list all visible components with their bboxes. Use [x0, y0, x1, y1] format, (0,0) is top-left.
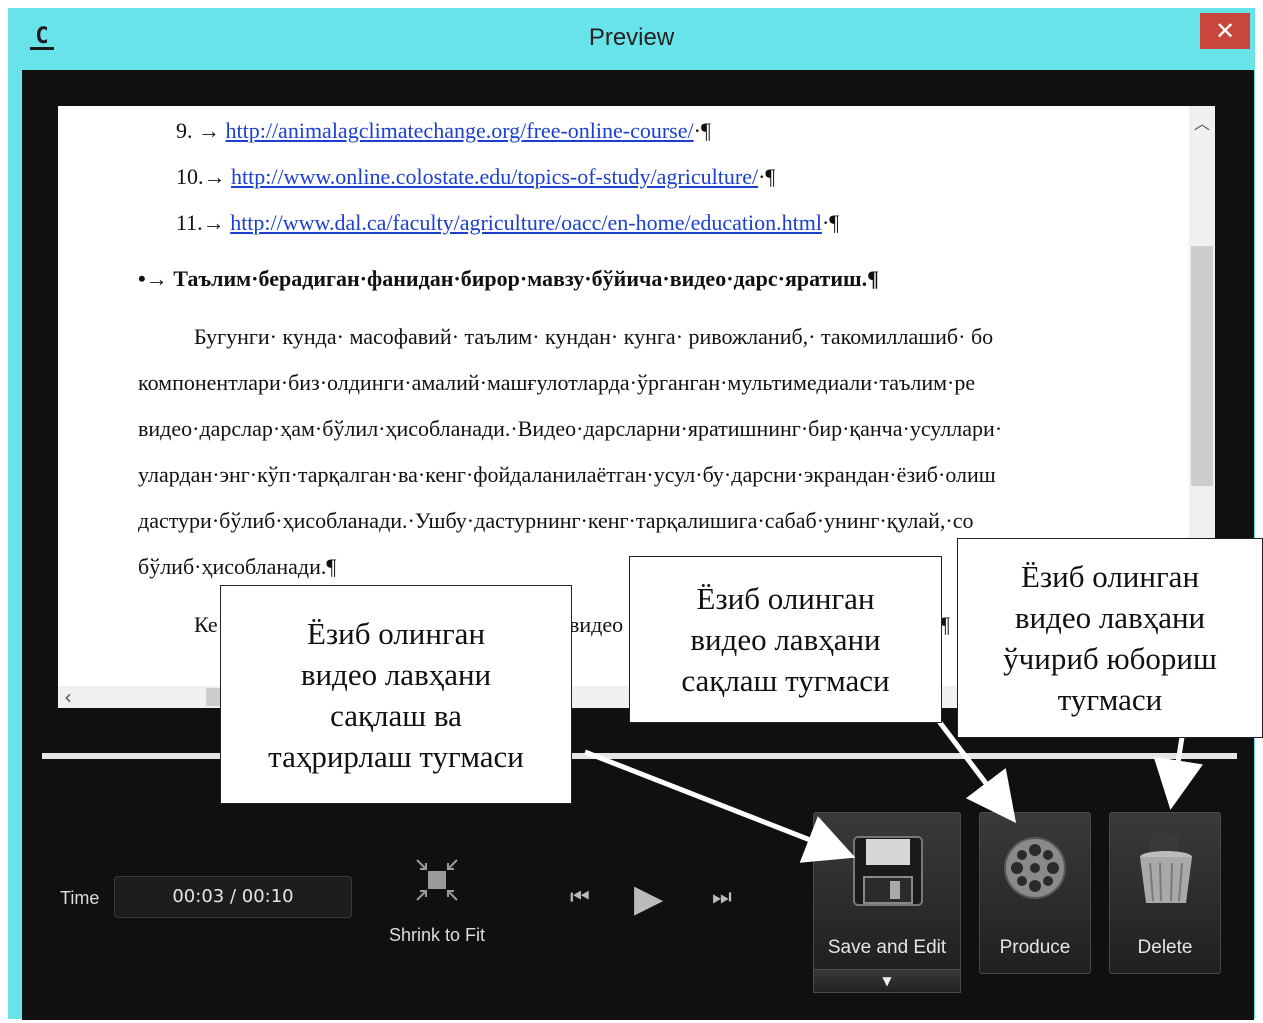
section-heading: •→ Таълим·берадиган·фанидан·бирор·мавзу·…: [138, 266, 879, 291]
title-bar[interactable]: C Preview ✕: [8, 8, 1255, 68]
list-item: 10.→ http://www.online.colostate.edu/top…: [176, 164, 775, 190]
shrink-to-fit-button[interactable]: Shrink to Fit: [377, 853, 497, 953]
callout-line: таҳрирлаш тугмаси: [268, 738, 524, 774]
close-button[interactable]: ✕: [1200, 13, 1250, 49]
callout-save-and-edit: Ёзиб олинган видео лавҳани сақлаш ва таҳ…: [220, 585, 572, 804]
save-and-edit-button[interactable]: Save and Edit: [813, 812, 961, 974]
callout-line: видео лавҳани: [690, 622, 881, 657]
paragraph-line-fragment: видео: [569, 612, 624, 637]
callout-line: сақлаш ва: [330, 697, 462, 733]
paragraph-line: Бугунги· кунда· масофавий· таълим· кунда…: [194, 324, 994, 349]
callout-line: тугмаси: [1057, 682, 1163, 717]
shrink-to-fit-icon: [416, 859, 458, 901]
scroll-up-icon[interactable]: ︿: [1189, 110, 1215, 134]
film-reel-icon: [1004, 837, 1066, 899]
produce-label: Produce: [999, 937, 1071, 958]
scroll-left-icon[interactable]: ‹: [64, 686, 72, 708]
callout-line: Ёзиб олинган: [1020, 559, 1200, 594]
next-icon[interactable]: ⏭: [712, 878, 732, 918]
link[interactable]: http://www.dal.ca/faculty/agriculture/oa…: [230, 210, 822, 235]
link[interactable]: http://www.online.colostate.edu/topics-o…: [231, 164, 758, 189]
play-icon[interactable]: ▶: [634, 878, 663, 918]
callout-line: ўчириб юбориш: [1003, 641, 1217, 676]
list-number: 10.→: [176, 164, 226, 189]
link[interactable]: http://animalagclimatechange.org/free-on…: [226, 118, 694, 143]
pilcrow: ·¶: [693, 118, 711, 143]
preview-window: C Preview ✕ 9. → http://animalagclimatec…: [8, 8, 1255, 1020]
paragraph-line: компонентлари·биз·олдинги·амалий·машғуло…: [138, 370, 976, 395]
pilcrow: ·¶: [821, 210, 840, 235]
pilcrow: ·¶: [758, 164, 776, 189]
paragraph-line: бўлиб·ҳисобланади.¶: [138, 554, 337, 579]
paragraph-line: дастури·бўлиб·ҳисобланади.·Ушбу·дастурни…: [138, 508, 974, 533]
delete-label: Delete: [1137, 937, 1193, 958]
shrink-to-fit-label: Shrink to Fit: [388, 925, 486, 945]
window-title: Preview: [588, 24, 675, 51]
time-display: 00:03 / 00:10: [114, 876, 352, 918]
callout-line: Ёзиб олинган: [696, 581, 875, 616]
list-item: 11.→ http://www.dal.ca/faculty/agricultu…: [176, 210, 839, 236]
paragraph-line-start: Ке: [194, 612, 218, 637]
vertical-scroll-thumb[interactable]: [1191, 246, 1213, 486]
save-and-edit-label: Save and Edit: [827, 937, 947, 958]
trash-bin-icon: [1140, 831, 1192, 903]
list-number: 11.→: [176, 210, 225, 235]
produce-button[interactable]: Produce: [979, 812, 1091, 974]
callout-delete: Ёзиб олинган видео лавҳани ўчириб юбориш…: [957, 538, 1263, 738]
list-item: 9. → http://animalagclimatechange.org/fr…: [176, 118, 711, 144]
save-options-dropdown[interactable]: ▼: [813, 969, 961, 993]
paragraph-line: видео·дарслар·ҳам·бўлил·ҳисобланади.·Вид…: [138, 416, 1003, 441]
callout-line: видео лавҳани: [1014, 600, 1206, 635]
callout-produce: Ёзиб олинган видео лавҳани сақлаш тугмас…: [629, 556, 942, 723]
delete-button[interactable]: Delete: [1109, 812, 1221, 974]
callout-line: Ёзиб олинган: [306, 615, 486, 651]
previous-icon[interactable]: ⏮: [570, 878, 590, 918]
floppy-disk-icon: [853, 836, 923, 906]
callout-line: видео лавҳани: [300, 656, 492, 692]
list-number: 9. →: [176, 118, 220, 143]
paragraph-line: улардан·энг·кўп·тарқалган·ва·кенг·фойдал…: [138, 462, 996, 487]
callout-line: сақлаш тугмаси: [681, 663, 890, 698]
time-label: Time: [60, 888, 100, 908]
